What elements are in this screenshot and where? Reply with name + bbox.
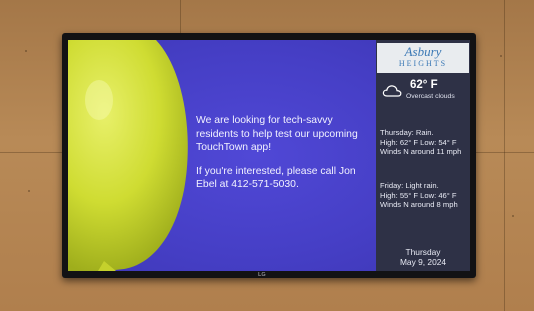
wall-seam	[504, 0, 505, 311]
date-weekday: Thursday	[405, 247, 441, 257]
wall-nail	[28, 190, 30, 192]
forecast-detail: High: 62° F Low: 54° F Winds N around 11…	[380, 137, 462, 157]
weather-sidebar: Asbury HEIGHTS 62° F Overcast clouds Thu…	[376, 40, 470, 271]
current-weather: 62° F Overcast clouds	[380, 78, 468, 106]
forecast-day: Thursday:	[380, 128, 414, 137]
forecast-day: Friday:	[380, 181, 404, 190]
current-temperature: 62° F	[410, 79, 438, 91]
lg-logo: LG	[258, 272, 266, 278]
forecast-summary: Rain.	[415, 128, 434, 137]
wall-nail	[500, 55, 502, 57]
wall-nail	[512, 215, 514, 217]
asbury-heights-logo: Asbury HEIGHTS	[377, 43, 469, 73]
forecast-summary: Light rain.	[405, 181, 439, 190]
cloud-icon	[382, 85, 402, 97]
logo-name: Asbury	[404, 44, 442, 59]
date-display: Thursday May 9, 2024	[376, 247, 470, 267]
announcement-pane: We are looking for tech-savvy residents …	[68, 40, 376, 271]
forecast-thursday: Thursday: Rain. High: 62° F Low: 54° F W…	[380, 128, 468, 157]
wall-seam	[180, 0, 181, 33]
wall-nail	[25, 50, 27, 52]
date-full: May 9, 2024	[399, 257, 447, 268]
logo-subtitle: HEIGHTS	[398, 59, 448, 68]
digital-signage-screen: We are looking for tech-savvy residents …	[68, 40, 470, 271]
forecast-friday: Friday: Light rain. High: 55° F Low: 46°…	[380, 181, 468, 210]
announcement-line-2: If you're interested, please call Jon Eb…	[196, 165, 356, 191]
announcement-line-1: We are looking for tech-savvy residents …	[196, 115, 358, 154]
current-condition: Overcast clouds	[406, 93, 455, 100]
forecast-detail: High: 55° F Low: 46° F Winds N around 8 …	[380, 190, 458, 210]
balloon-image	[68, 40, 188, 271]
announcement-text: We are looking for tech-savvy residents …	[196, 114, 374, 202]
